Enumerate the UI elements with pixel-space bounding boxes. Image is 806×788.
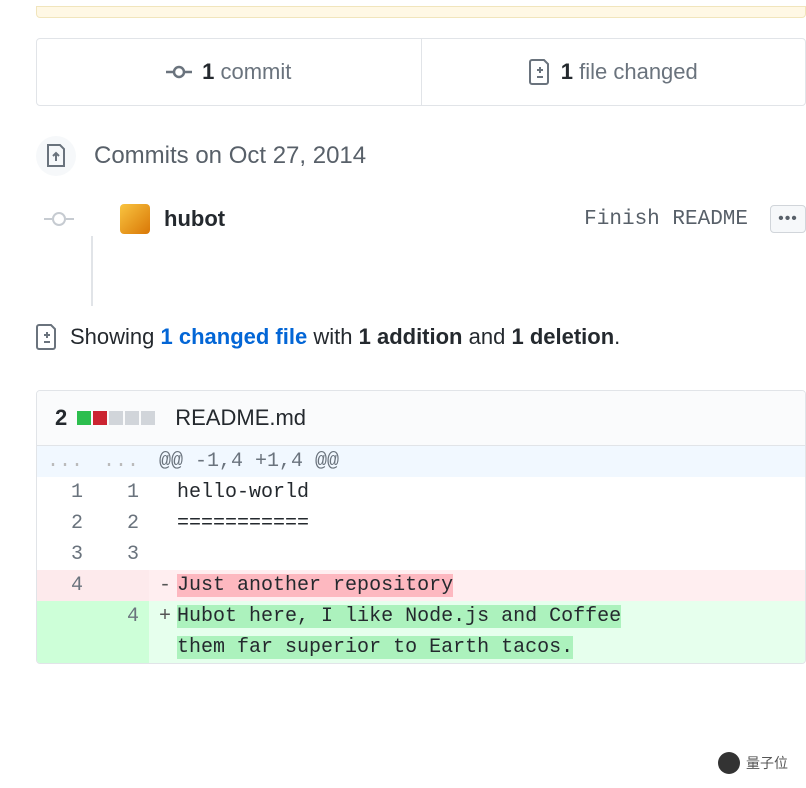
del-block (93, 411, 107, 425)
commit-row: hubot Finish README ••• (36, 204, 806, 234)
watermark-icon (718, 752, 740, 774)
lno-old: 4 (37, 570, 93, 601)
repo-push-icon (36, 136, 76, 176)
commits-stat[interactable]: 1 commit (37, 39, 421, 105)
neutral-block (125, 411, 139, 425)
summary-additions: 1 addition (359, 324, 463, 349)
files-stat[interactable]: 1 file changed (421, 39, 806, 105)
diff-line-deletion: 4 -Just another repository (37, 570, 805, 601)
diff-stat-blocks (77, 411, 155, 425)
add-block (77, 411, 91, 425)
commit-more-button[interactable]: ••• (770, 205, 806, 233)
diff-header: 2 README.md (37, 391, 805, 446)
code-cell: them far superior to Earth tacos. (149, 632, 805, 663)
file-diff-icon (529, 59, 551, 85)
lno-new (93, 632, 149, 663)
hunk-header-row: ... ... @@ -1,4 +1,4 @@ (37, 446, 805, 477)
lno-old: 2 (37, 508, 93, 539)
code-cell: +Hubot here, I like Node.js and Coffee (149, 601, 805, 632)
neutral-block (109, 411, 123, 425)
commits-on-header: Commits on Oct 27, 2014 (36, 136, 806, 176)
lno-new: 3 (93, 539, 149, 570)
timeline-line (91, 236, 93, 306)
avatar[interactable] (120, 204, 150, 234)
lno-old (37, 601, 93, 632)
watermark-text: 量子位 (746, 753, 788, 773)
diff-line: 3 3 (37, 539, 805, 570)
commits-count: 1 (202, 59, 214, 84)
hunk-lno-new: ... (93, 446, 149, 477)
lno-old: 3 (37, 539, 93, 570)
watermark: 量子位 (710, 748, 796, 778)
stats-panel: 1 commit 1 file changed (36, 38, 806, 106)
summary-mid2: and (469, 324, 506, 349)
hunk-header: @@ -1,4 +1,4 @@ (149, 446, 805, 477)
files-summary: Showing 1 changed file with 1 addition a… (36, 324, 806, 350)
summary-mid1: with (313, 324, 352, 349)
diff-line: 1 1 hello-world (37, 477, 805, 508)
lno-new: 1 (93, 477, 149, 508)
code-cell (149, 539, 805, 570)
diff-table: ... ... @@ -1,4 +1,4 @@ 1 1 hello-world … (37, 446, 805, 663)
commits-on-label: Commits on Oct 27, 2014 (94, 142, 366, 170)
lno-old: 1 (37, 477, 93, 508)
lno-new (93, 570, 149, 601)
diff-line-addition: 4 +Hubot here, I like Node.js and Coffee (37, 601, 805, 632)
commits-label: commit (220, 59, 291, 84)
files-label: file changed (579, 59, 698, 84)
summary-deletions: 1 deletion (511, 324, 614, 349)
files-count: 1 (561, 59, 573, 84)
hunk-lno-old: ... (37, 446, 93, 477)
commit-node-icon (52, 212, 66, 226)
lno-new: 2 (93, 508, 149, 539)
alert-fragment (36, 6, 806, 18)
code-cell: -Just another repository (149, 570, 805, 601)
diff-change-count: 2 (55, 405, 67, 431)
changed-files-link[interactable]: 1 changed file (161, 324, 308, 349)
diff-line: 2 2 =========== (37, 508, 805, 539)
commit-message[interactable]: Finish README (584, 208, 756, 231)
neutral-block (141, 411, 155, 425)
diff-line-addition-wrap: them far superior to Earth tacos. (37, 632, 805, 663)
code-cell: hello-world (149, 477, 805, 508)
code-cell: =========== (149, 508, 805, 539)
lno-new: 4 (93, 601, 149, 632)
summary-suffix: . (614, 324, 620, 349)
lno-old (37, 632, 93, 663)
diff-container: 2 README.md ... ... @@ -1,4 +1,4 @@ 1 1 … (36, 390, 806, 664)
file-diff-icon (36, 324, 58, 350)
commit-author[interactable]: hubot (164, 206, 225, 232)
summary-prefix: Showing (70, 324, 154, 349)
diff-filename[interactable]: README.md (175, 405, 306, 431)
commit-icon (166, 63, 192, 81)
